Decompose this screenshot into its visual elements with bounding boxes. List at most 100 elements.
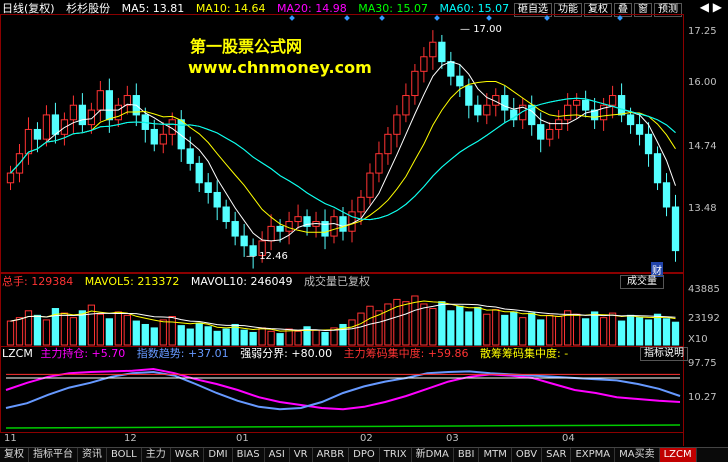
candle-body — [393, 114, 401, 135]
volume-bar — [555, 316, 563, 346]
tab-1[interactable]: 指标平台 — [29, 448, 78, 462]
candle-body — [6, 172, 15, 184]
candle-body — [159, 133, 167, 145]
volume-bar — [438, 301, 446, 346]
candle-body — [105, 90, 113, 121]
date-marker — [544, 15, 550, 21]
low-value: 12.46 — [259, 251, 288, 262]
candle-body — [330, 216, 338, 237]
date-tick: 01 — [236, 433, 249, 444]
tab-3[interactable]: BOLL — [107, 448, 142, 462]
candle-body — [429, 41, 437, 58]
candle-body — [204, 182, 212, 193]
volume-bar — [483, 313, 491, 346]
candle-body — [42, 114, 51, 140]
volume-bar — [159, 319, 167, 346]
index-trend-label: 指数趋势: +37.01 — [136, 347, 229, 360]
volume-bar — [222, 328, 230, 346]
tab-10[interactable]: ARBR — [313, 448, 350, 462]
candle-body — [339, 216, 347, 232]
candle-body — [177, 119, 185, 150]
volume-bar — [510, 311, 518, 346]
candle-body — [438, 41, 446, 63]
date-marker — [617, 15, 623, 21]
volume-bar — [528, 312, 536, 346]
volume-bar — [635, 317, 644, 346]
tab-13[interactable]: 新DMA — [412, 448, 454, 462]
volume-button[interactable]: 成交量 — [620, 275, 664, 289]
candle-body — [33, 128, 42, 140]
date-tick: 11 — [4, 433, 17, 444]
volume-bar — [644, 319, 653, 346]
candle-body — [626, 114, 635, 126]
candle-body — [294, 216, 302, 223]
candle-body — [483, 104, 491, 116]
tab-0[interactable]: 复权 — [0, 448, 29, 462]
volume-tick: 43885 — [688, 284, 720, 295]
candle-body — [662, 182, 671, 208]
volume-bar — [141, 323, 149, 346]
tab-7[interactable]: BIAS — [233, 448, 265, 462]
tab-9[interactable]: VR — [290, 448, 313, 462]
volume-bar — [357, 312, 365, 346]
tab-6[interactable]: DMI — [204, 448, 233, 462]
volume-bar — [501, 314, 509, 346]
volume-bar — [69, 317, 78, 346]
price-tick: 17.25 — [688, 26, 717, 37]
tab-17[interactable]: SAR — [542, 448, 572, 462]
volume-bar — [321, 331, 329, 346]
tab-4[interactable]: 主力 — [142, 448, 171, 462]
candle-body — [465, 85, 473, 106]
candle-body — [186, 148, 194, 164]
volume-bar — [546, 314, 554, 346]
volume-bar — [608, 312, 617, 346]
tab-5[interactable]: W&R — [171, 448, 205, 462]
indicator-name[interactable]: LZCM — [2, 347, 33, 360]
volume-bar — [240, 329, 248, 346]
main-chip-label: 主力筹码集中度: +59.86 — [343, 347, 469, 360]
volume-bar — [420, 303, 428, 346]
volume-bar — [132, 320, 140, 346]
low-marker: — 12.46 — [246, 251, 288, 262]
tab-2[interactable]: 资讯 — [78, 448, 107, 462]
tab-18[interactable]: EXPMA — [571, 448, 616, 462]
candle-body — [357, 196, 365, 213]
candle-body — [671, 206, 680, 252]
volume-bar — [96, 313, 105, 346]
pane-border — [0, 14, 684, 273]
tab-20[interactable]: LZCM — [659, 448, 697, 462]
tab-19[interactable]: MA买卖 — [615, 448, 660, 462]
candle-body — [96, 90, 105, 111]
indicator-tabs: 复权 指标平台 资讯 BOLL 主力 W&R DMI BIAS ASI VR ARBR DPO TRIX… — [0, 447, 728, 462]
volume-bar — [150, 327, 158, 346]
volume-bar — [653, 313, 662, 346]
volume-bar — [312, 329, 320, 346]
high-marker: — 17.00 — [460, 24, 502, 35]
candle-body — [555, 119, 563, 130]
volume-bar — [42, 319, 51, 346]
volume-bar — [60, 312, 69, 346]
tab-12[interactable]: TRIX — [380, 448, 412, 462]
date-tick: 12 — [124, 433, 137, 444]
volume-bar — [492, 309, 500, 346]
volume-bar — [573, 313, 581, 346]
volume-bar — [626, 314, 635, 346]
tab-8[interactable]: ASI — [265, 448, 290, 462]
tab-11[interactable]: DPO — [349, 448, 380, 462]
candle-body — [375, 153, 383, 174]
tab-16[interactable]: OBV — [512, 448, 543, 462]
date-tick: 02 — [360, 433, 373, 444]
candle-body — [114, 104, 122, 121]
volume-bar — [366, 305, 374, 346]
date-marker — [434, 15, 440, 21]
price-tick: 16.00 — [688, 77, 717, 88]
tab-14[interactable]: BBI — [454, 448, 480, 462]
candle-body — [69, 104, 78, 121]
indicator-help-button[interactable]: 指标说明 — [640, 347, 688, 361]
volume-bar — [105, 318, 113, 346]
volume-bar — [249, 331, 257, 346]
tab-15[interactable]: MTM — [479, 448, 512, 462]
volume-bar — [581, 318, 590, 346]
candle-body — [402, 95, 410, 116]
candle-body — [474, 104, 482, 116]
